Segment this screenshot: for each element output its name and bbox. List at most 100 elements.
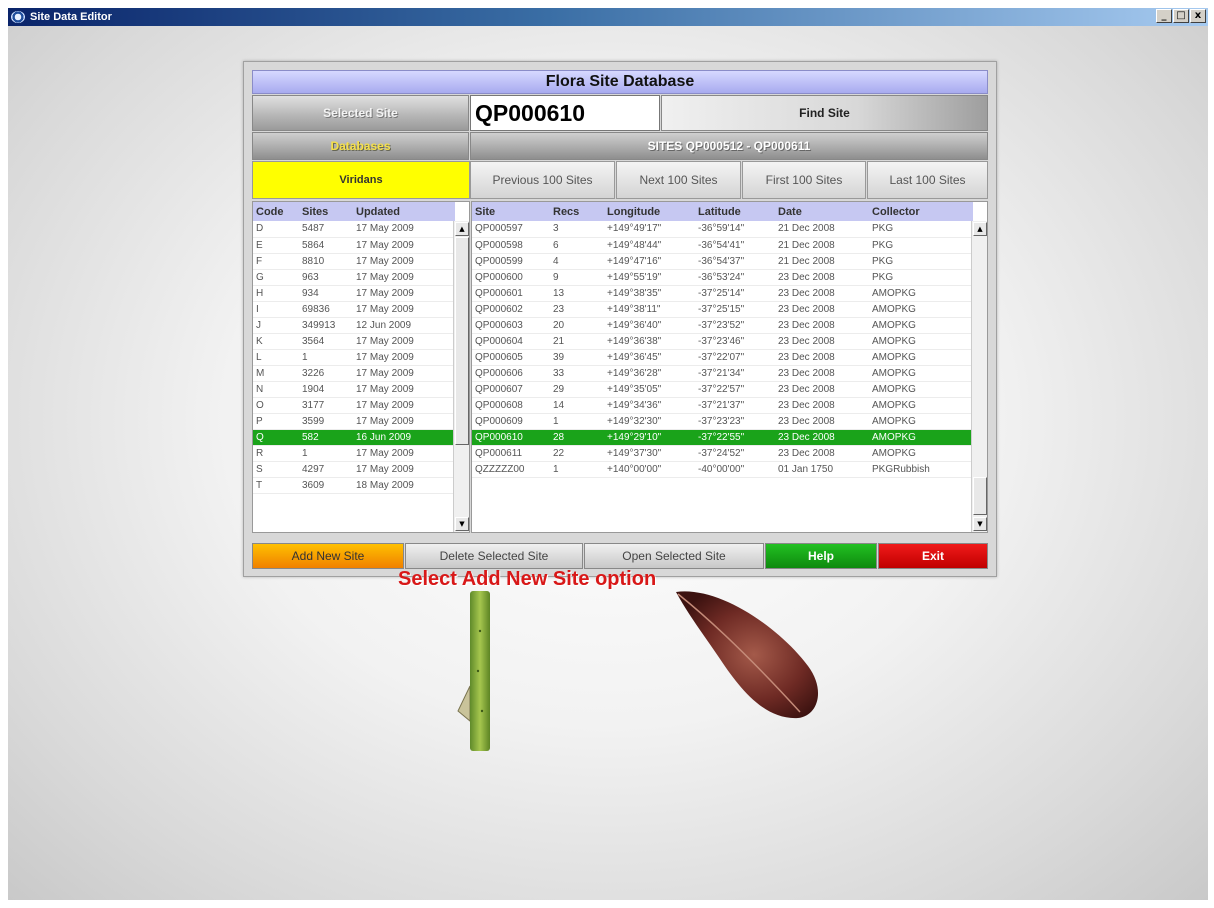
site-row[interactable]: QP000608 14 +149°34'36" -37°21'37" 23 Dec 20… (472, 397, 973, 414)
column-header-recs[interactable]: Recs (550, 202, 604, 221)
minimize-button[interactable]: _ (1156, 9, 1172, 23)
longitude-cell: +149°37'30" (604, 445, 695, 462)
exit-button[interactable]: Exit (878, 543, 988, 569)
site-row[interactable]: QP000599 4 +149°47'16" -36°54'37" 21 Dec 200… (472, 253, 973, 270)
site-row[interactable]: QP000601 13 +149°38'35" -37°25'14" 23 Dec 20… (472, 285, 973, 302)
database-row[interactable]: Q 582 16 Jun 2009 (253, 429, 455, 446)
site-row[interactable]: QP000605 39 +149°36'45" -37°22'07" 23 Dec 20… (472, 349, 973, 366)
site-row[interactable]: QP000610 28 +149°29'10" -37°22'55" 23 Dec 20… (472, 429, 973, 446)
updated-cell: 17 May 2009 (353, 413, 455, 430)
sites-cell: 3599 (299, 413, 353, 430)
collector-cell: AMOPKG (869, 445, 973, 462)
latitude-cell: -37°22'55" (695, 429, 775, 446)
site-row[interactable]: QP000600 9 +149°55'19" -36°53'24" 23 Dec 200… (472, 269, 973, 286)
date-cell: 23 Dec 2008 (775, 445, 869, 462)
site-row[interactable]: QP000597 3 +149°49'17" -36°59'14" 21 Dec 200… (472, 221, 973, 238)
scroll-up-arrow-icon[interactable]: ▲ (455, 222, 469, 236)
selected-site-field[interactable]: QP000610 (470, 95, 660, 131)
database-row[interactable]: R 1 17 May 2009 (253, 445, 455, 462)
next-100-sites-button[interactable]: Next 100 Sites (616, 161, 741, 199)
close-button[interactable]: x (1190, 9, 1206, 23)
recs-cell: 20 (550, 317, 604, 334)
column-header-code[interactable]: Code (253, 202, 299, 221)
latitude-cell: -36°54'37" (695, 253, 775, 270)
latitude-cell: -36°53'24" (695, 269, 775, 286)
database-row[interactable]: T 3609 18 May 2009 (253, 477, 455, 494)
database-row[interactable]: O 3177 17 May 2009 (253, 397, 455, 414)
site-cell: QP000610 (472, 429, 550, 446)
add-new-site-button[interactable]: Add New Site (252, 543, 404, 569)
sites-cell: 3609 (299, 477, 353, 494)
site-cell: QP000603 (472, 317, 550, 334)
date-cell: 23 Dec 2008 (775, 349, 869, 366)
longitude-cell: +149°36'38" (604, 333, 695, 350)
scroll-down-arrow-icon[interactable]: ▼ (455, 517, 469, 531)
first-100-sites-button[interactable]: First 100 Sites (742, 161, 866, 199)
scroll-down-arrow-icon[interactable]: ▼ (973, 517, 987, 531)
database-row[interactable]: M 3226 17 May 2009 (253, 365, 455, 382)
previous-100-sites-button[interactable]: Previous 100 Sites (470, 161, 615, 199)
find-site-button[interactable]: Find Site (661, 95, 988, 131)
date-cell: 23 Dec 2008 (775, 397, 869, 414)
column-header-site[interactable]: Site (472, 202, 550, 221)
column-header-longitude[interactable]: Longitude (604, 202, 695, 221)
database-selector[interactable]: Viridans (252, 161, 470, 199)
longitude-cell: +149°38'35" (604, 285, 695, 302)
site-row[interactable]: QP000611 22 +149°37'30" -37°24'52" 23 Dec 20… (472, 445, 973, 462)
column-header-collector[interactable]: Collector (869, 202, 973, 221)
last-100-sites-button[interactable]: Last 100 Sites (867, 161, 988, 199)
database-row[interactable]: K 3564 17 May 2009 (253, 333, 455, 350)
latitude-cell: -36°54'41" (695, 237, 775, 254)
database-row[interactable]: J 349913 12 Jun 2009 (253, 317, 455, 334)
site-row[interactable]: QP000606 33 +149°36'28" -37°21'34" 23 Dec 20… (472, 365, 973, 382)
delete-selected-site-button[interactable]: Delete Selected Site (405, 543, 583, 569)
database-scrollbar[interactable]: ▲ ▼ (453, 221, 469, 532)
database-row[interactable]: E 5864 17 May 2009 (253, 237, 455, 254)
site-row[interactable]: QP000598 6 +149°48'44" -36°54'41" 21 Dec 200… (472, 237, 973, 254)
scroll-up-arrow-icon[interactable]: ▲ (973, 222, 987, 236)
column-header-updated[interactable]: Updated (353, 202, 455, 221)
longitude-cell: +149°32'30" (604, 413, 695, 430)
site-row[interactable]: QP000609 1 +149°32'30" -37°23'23" 23 Dec 200… (472, 413, 973, 430)
recs-cell: 29 (550, 381, 604, 398)
help-button[interactable]: Help (765, 543, 877, 569)
latitude-cell: -37°22'57" (695, 381, 775, 398)
scroll-thumb[interactable] (455, 237, 469, 445)
updated-cell: 17 May 2009 (353, 461, 455, 478)
scroll-thumb[interactable] (973, 477, 987, 515)
updated-cell: 17 May 2009 (353, 365, 455, 382)
database-row[interactable]: F 8810 17 May 2009 (253, 253, 455, 270)
site-row[interactable]: QP000602 23 +149°38'11" -37°25'15" 23 Dec 20… (472, 301, 973, 318)
recs-cell: 13 (550, 285, 604, 302)
sites-cell: 3564 (299, 333, 353, 350)
database-row[interactable]: P 3599 17 May 2009 (253, 413, 455, 430)
site-row[interactable]: QP000603 20 +149°36'40" -37°23'52" 23 Dec 20… (472, 317, 973, 334)
collector-cell: AMOPKG (869, 301, 973, 318)
database-row[interactable]: D 5487 17 May 2009 (253, 221, 455, 238)
sites-cell: 963 (299, 269, 353, 286)
database-row[interactable]: I 69836 17 May 2009 (253, 301, 455, 318)
database-row[interactable]: S 4297 17 May 2009 (253, 461, 455, 478)
site-cell: QP000599 (472, 253, 550, 270)
database-row[interactable]: N 1904 17 May 2009 (253, 381, 455, 398)
site-row[interactable]: QP000604 21 +149°36'38" -37°23'46" 23 Dec 20… (472, 333, 973, 350)
column-header-latitude[interactable]: Latitude (695, 202, 775, 221)
column-header-date[interactable]: Date (775, 202, 869, 221)
code-cell: H (253, 285, 299, 302)
recs-cell: 3 (550, 221, 604, 238)
open-selected-site-button[interactable]: Open Selected Site (584, 543, 764, 569)
updated-cell: 17 May 2009 (353, 285, 455, 302)
sites-scrollbar[interactable]: ▲ ▼ (971, 221, 987, 532)
sites-cell: 1 (299, 445, 353, 462)
database-row[interactable]: L 1 17 May 2009 (253, 349, 455, 366)
database-row[interactable]: G 963 17 May 2009 (253, 269, 455, 286)
maximize-button[interactable]: □ (1173, 9, 1189, 23)
sites-cell: 69836 (299, 301, 353, 318)
site-row[interactable]: QZZZZZ00 1 +140°00'00" -40°00'00" 01 Jan 175… (472, 461, 973, 478)
site-cell: QP000598 (472, 237, 550, 254)
site-row[interactable]: QP000607 29 +149°35'05" -37°22'57" 23 Dec 20… (472, 381, 973, 398)
column-header-sites[interactable]: Sites (299, 202, 353, 221)
collector-cell: PKG (869, 253, 973, 270)
database-row[interactable]: H 934 17 May 2009 (253, 285, 455, 302)
database-table-header: Code Sites Updated (253, 202, 455, 221)
